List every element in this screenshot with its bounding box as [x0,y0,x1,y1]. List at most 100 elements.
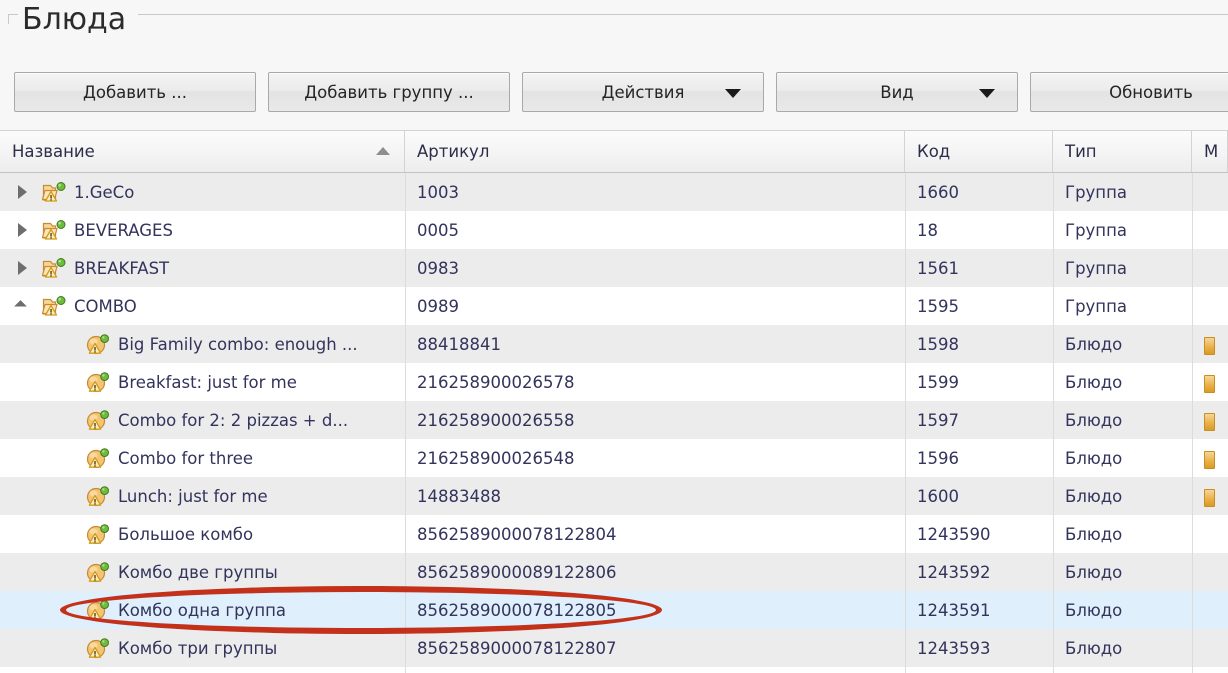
cell-type: Блюдо [1065,334,1123,354]
toolbar-button-1[interactable]: Добавить ... [14,72,256,112]
cell-name: COMBO [74,296,137,316]
dish-warning-icon [86,334,110,356]
cell-code [905,667,1053,673]
collapse-triangle-icon[interactable] [14,300,27,313]
column-separator [1192,249,1193,287]
column-header-label: Код [917,142,951,161]
groupbox-frame-line [8,14,1228,15]
toolbar-button-4[interactable]: Вид [776,72,1018,112]
cell-name: Combo for 2: 2 pizzas + d... [118,410,349,430]
dish-warning-icon [86,524,110,545]
column-separator [1192,515,1193,553]
table-row[interactable] [0,667,1228,673]
dish-warning-icon [86,638,110,659]
dish-warning-icon [86,562,110,584]
dish-warning-icon [86,410,110,432]
table-row[interactable]: BEVERAGES 0005 18 Группа [0,211,1228,249]
toolbar-button-2[interactable]: Добавить группу ... [268,72,510,112]
folder-warning-icon [41,182,66,202]
sort-ascending-icon [376,147,390,155]
table-row[interactable]: Комбо две группы 8562589000089122806 12435… [0,553,1228,591]
cell-name: Breakfast: just for me [118,372,297,392]
table-row[interactable]: 1.GeCo 1003 1660 Группа [0,173,1228,211]
cell-code: 1600 [917,486,959,506]
cell-article: 0983 [417,258,459,278]
toolbar-button-3[interactable]: Действия [522,72,764,112]
toolbar-button-label: Обновить [1109,82,1193,102]
folder-warning-icon [41,258,66,278]
column-header-m[interactable]: М [1192,131,1228,172]
toolbar-button-5[interactable]: Обновить [1030,72,1228,112]
cell-type: Группа [1065,182,1127,202]
column-separator [1192,629,1193,667]
modifier-marker-icon [1204,489,1215,507]
toolbar-button-label: Вид [880,82,914,102]
table-row[interactable]: BREAKFAST 0983 1561 Группа [0,249,1228,287]
column-header-label: М [1204,142,1219,161]
cell-type: Блюдо [1065,562,1123,582]
dish-warning-icon [86,600,110,622]
cell-code: 1595 [917,296,959,316]
modifier-marker-icon [1204,413,1215,431]
column-header-code[interactable]: Код [905,131,1053,172]
cell-name: Комбо одна группа [118,600,287,620]
cell-type: Блюдо [1065,638,1123,658]
cell-article: 8562589000089122806 [417,562,617,582]
folder-warning-icon [41,258,66,280]
groupbox-frame-tick [8,14,9,24]
table-row[interactable]: Breakfast: just for me 216258900026578 159… [0,363,1228,401]
cell-type: Блюдо [1065,486,1123,506]
cell-article: 216258900026558 [417,410,575,430]
folder-warning-icon [41,220,66,242]
cell-code: 18 [917,220,938,240]
dish-warning-icon [86,372,110,393]
cell-article: 0989 [417,296,459,316]
cell-code: 1599 [917,372,959,392]
table-row[interactable]: Combo for 2: 2 pizzas + d... 216258900026… [0,401,1228,439]
column-separator [1192,553,1193,591]
toolbar-button-label: Добавить группу ... [304,82,474,102]
expand-triangle-icon[interactable] [18,223,27,237]
cell-type: Группа [1065,220,1127,240]
table-row[interactable]: Большое комбо 8562589000078122804 1243590 Б… [0,515,1228,553]
column-header-type[interactable]: Тип [1053,131,1192,172]
column-header-article[interactable]: Артикул [405,131,905,172]
grid-body: 1.GeCo 1003 1660 Группа BEVERAGES 0005 18 Груп… [0,173,1228,673]
column-header-label: Артикул [417,142,490,161]
table-row[interactable]: Big Family combo: enough ... 88418841 1598… [0,325,1228,363]
column-header-label: Название [12,142,95,161]
folder-warning-icon [41,220,66,240]
cell-code: 1243590 [917,524,991,544]
dish-warning-icon [86,448,110,469]
cell-name: Lunch: just for me [118,486,268,506]
expand-triangle-icon[interactable] [18,261,27,275]
cell-type: Блюдо [1065,410,1123,430]
table-row[interactable]: Lunch: just for me 14883488 1600 Блюдо [0,477,1228,515]
column-separator [1192,401,1193,439]
cell-article: 1003 [417,182,459,202]
table-row[interactable]: Комбо три группы 8562589000078122807 12435… [0,629,1228,667]
cell-article: 8562589000078122805 [417,600,617,620]
cell-code: 1243593 [917,638,991,658]
cell-article: 14883488 [417,486,501,506]
chevron-down-icon [979,89,995,98]
column-separator [1192,287,1193,325]
cell-article: 0005 [417,220,459,240]
data-grid: Название Артикул Код Тип М 1.GeCo 1003 1660 Гру… [0,130,1228,673]
modifier-marker-icon [1204,451,1215,469]
cell-article: 216258900026578 [417,372,575,392]
column-separator [1192,477,1193,515]
expand-triangle-icon[interactable] [18,185,27,199]
column-header-name[interactable]: Название [0,131,405,172]
column-separator [1192,325,1193,363]
cell-code: 1598 [917,334,959,354]
cell-name: Большое комбо [118,524,254,544]
page-title: Блюда [18,0,139,42]
dish-warning-icon [86,486,110,507]
table-row[interactable]: Combo for three 216258900026548 1596 Блюдо [0,439,1228,477]
table-row[interactable]: Комбо одна группа 8562589000078122805 1243… [0,591,1228,629]
dish-warning-icon [86,448,110,470]
column-separator [1192,591,1193,629]
cell-type: Группа [1065,296,1127,316]
table-row[interactable]: COMBO 0989 1595 Группа [0,287,1228,325]
